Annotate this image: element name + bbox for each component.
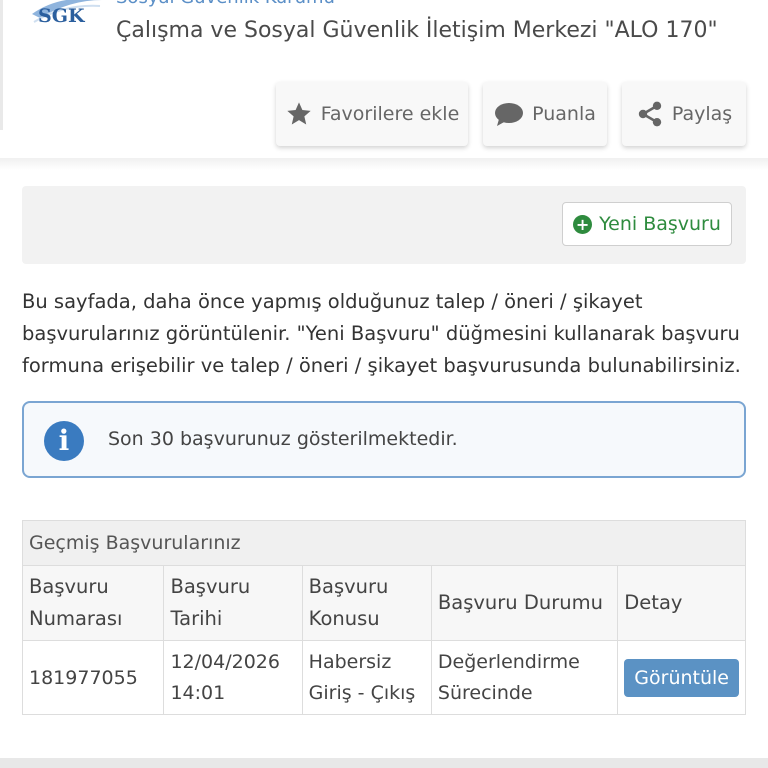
- table-header-row: Başvuru Numarası Başvuru Tarihi Başvuru …: [23, 566, 745, 641]
- page-title: Çalışma ve Sosyal Güvenlik İletişim Merk…: [116, 18, 718, 43]
- sgk-logo: SGK: [32, 0, 102, 27]
- column-header: Başvuru Tarihi: [163, 566, 303, 641]
- star-icon: [287, 102, 311, 125]
- share-label: Paylaş: [671, 103, 733, 125]
- application-number: 181977055: [23, 640, 165, 715]
- info-alert: i Son 30 başvurunuz gösterilmektedir.: [22, 401, 746, 478]
- application-date: 12/04/2026 14:01: [163, 640, 303, 715]
- comment-icon: [495, 103, 524, 126]
- column-header: Başvuru Konusu: [302, 566, 432, 641]
- application-status: Değerlendirme Sürecinde: [431, 640, 619, 715]
- history-title: Geçmiş Başvurularınız: [23, 521, 745, 566]
- new-application-button[interactable]: + Yeni Başvuru: [562, 202, 732, 246]
- add-favorite-button[interactable]: Favorilere ekle: [276, 82, 468, 146]
- detail-cell: Görüntüle: [618, 641, 745, 716]
- application-subject: Habersiz Giriş - Çıkış: [302, 640, 432, 715]
- svg-text:SGK: SGK: [38, 5, 86, 27]
- column-header: Başvuru Durumu: [431, 566, 619, 641]
- share-icon: [638, 101, 662, 127]
- history-panel: Geçmiş Başvurularınız Başvuru Numarası B…: [22, 520, 746, 715]
- footer-bar: [0, 758, 768, 768]
- header: SGK Sosyal Güvenlik Kurumu Çalışma ve So…: [0, 0, 768, 80]
- new-application-label: Yeni Başvuru: [599, 213, 721, 235]
- info-icon: i: [44, 421, 84, 461]
- add-favorite-label: Favorilere ekle: [320, 103, 460, 125]
- plus-circle-icon: +: [573, 214, 593, 234]
- intro-text: Bu sayfada, daha önce yapmış olduğunuz t…: [22, 290, 741, 377]
- history-table: Başvuru Numarası Başvuru Tarihi Başvuru …: [23, 566, 745, 715]
- view-button[interactable]: Görüntüle: [624, 659, 739, 697]
- section-divider: [0, 158, 768, 170]
- column-header: Detay: [617, 566, 745, 641]
- table-row: 181977055 12/04/2026 14:01 Habersiz Giri…: [23, 640, 745, 716]
- rate-label: Puanla: [532, 103, 596, 125]
- column-header: Başvuru Numarası: [23, 566, 165, 641]
- org-name: Sosyal Güvenlik Kurumu: [116, 0, 335, 8]
- rate-button[interactable]: Puanla: [483, 82, 607, 146]
- alert-message: Son 30 başvurunuz gösterilmektedir.: [108, 428, 458, 450]
- toolbar: + Yeni Başvuru: [22, 186, 746, 264]
- share-button[interactable]: Paylaş: [622, 82, 746, 146]
